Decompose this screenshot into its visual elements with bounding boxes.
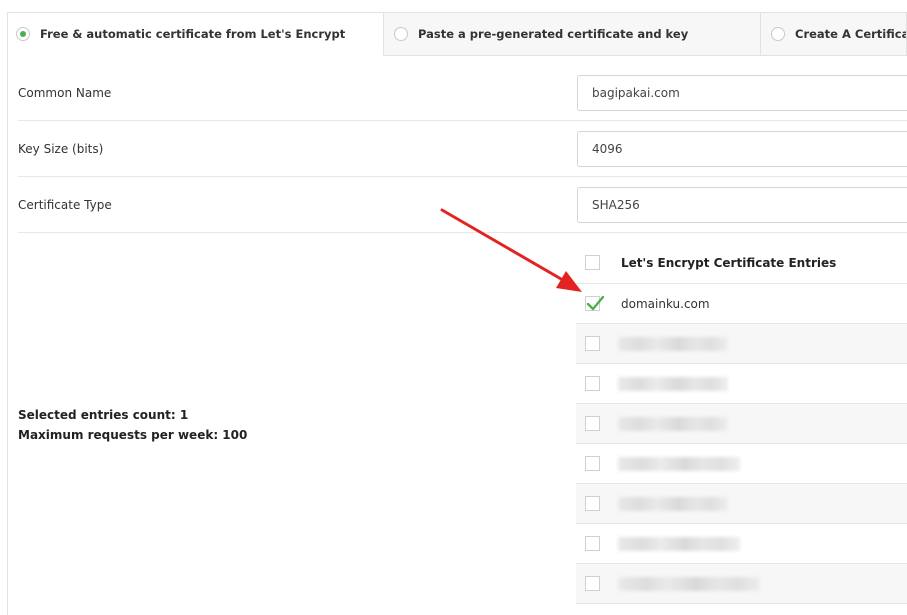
request-stats: Selected entries count: 1 Maximum reques… — [18, 405, 247, 445]
selected-entries-count: Selected entries count: 1 — [18, 408, 189, 422]
entry-checkbox-checked[interactable] — [585, 295, 605, 311]
tab-paste-certificate-label: Paste a pre-generated certificate and ke… — [418, 27, 689, 41]
entry-checkbox[interactable] — [585, 496, 600, 511]
radio-certificate-request[interactable] — [771, 27, 785, 41]
tab-certificate-request[interactable]: Create A Certificate Request — [761, 12, 907, 56]
certificate-source-tabs: Free & automatic certificate from Let's … — [7, 12, 907, 56]
entry-checkbox[interactable] — [585, 536, 600, 551]
tab-lets-encrypt[interactable]: Free & automatic certificate from Let's … — [7, 12, 384, 56]
list-item[interactable] — [576, 524, 907, 564]
radio-paste-certificate[interactable] — [394, 27, 408, 41]
tab-paste-certificate[interactable]: Paste a pre-generated certificate and ke… — [384, 12, 761, 56]
tab-certificate-request-label: Create A Certificate Request — [795, 27, 906, 41]
redacted-domain — [618, 576, 760, 591]
redacted-domain — [618, 336, 728, 351]
entry-checkbox[interactable] — [585, 576, 600, 591]
list-item[interactable] — [576, 324, 907, 364]
entry-domain: domainku.com — [621, 296, 710, 311]
entry-checkbox[interactable] — [585, 456, 600, 471]
entries-header: Let's Encrypt Certificate Entries — [576, 242, 907, 284]
lets-encrypt-panel: Common Name bagipakai.com Key Size (bits… — [7, 55, 907, 615]
radio-lets-encrypt[interactable] — [16, 27, 30, 41]
key-size-select[interactable]: 4096 — [577, 131, 907, 167]
entry-checkbox[interactable] — [585, 376, 600, 391]
entry-checkbox[interactable] — [585, 416, 600, 431]
key-size-label: Key Size (bits) — [18, 142, 104, 156]
entry-checkbox[interactable] — [585, 336, 600, 351]
list-item[interactable] — [576, 564, 907, 604]
redacted-domain — [618, 376, 728, 391]
certificate-type-label: Certificate Type — [18, 198, 112, 212]
certificate-entries-list: Let's Encrypt Certificate Entries domain… — [576, 242, 907, 604]
entries-header-label: Let's Encrypt Certificate Entries — [621, 255, 837, 270]
checkmark-icon — [586, 295, 605, 311]
redacted-domain — [618, 496, 728, 511]
select-all-checkbox[interactable] — [585, 255, 600, 270]
redacted-domain — [618, 456, 740, 471]
max-requests-per-week: Maximum requests per week: 100 — [18, 428, 248, 442]
redacted-domain — [618, 536, 740, 551]
tab-lets-encrypt-label: Free & automatic certificate from Let's … — [40, 27, 346, 41]
common-name-input[interactable]: bagipakai.com — [577, 75, 907, 111]
list-item[interactable] — [576, 444, 907, 484]
list-item[interactable] — [576, 484, 907, 524]
list-item[interactable]: domainku.com — [576, 284, 907, 324]
redacted-domain — [618, 416, 728, 431]
common-name-label: Common Name — [18, 86, 112, 100]
list-item[interactable] — [576, 364, 907, 404]
certificate-type-row: Certificate Type SHA256 — [18, 177, 907, 233]
certificate-type-select[interactable]: SHA256 — [577, 187, 907, 223]
key-size-row: Key Size (bits) 4096 — [18, 121, 907, 177]
common-name-row: Common Name bagipakai.com — [18, 65, 907, 121]
list-item[interactable] — [576, 404, 907, 444]
